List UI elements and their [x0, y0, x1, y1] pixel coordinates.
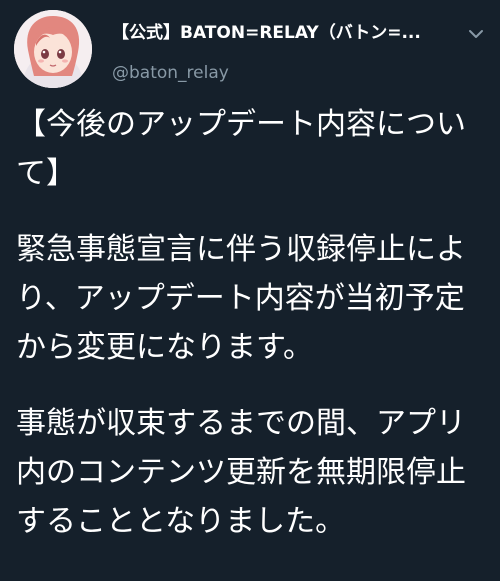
avatar-anime-girl-icon: [14, 10, 92, 88]
tweet-paragraph: 緊急事態宣言に伴う収録停止によ り、アップデート内容が当初予定 から変更になりま…: [16, 225, 496, 372]
tweet-paragraph: 【今後のアップデート内容につい て】: [16, 100, 496, 198]
tweet-card: 【公式】BATON=RELAY（バトン=... @baton_relay 【今後…: [0, 0, 500, 581]
tweet-line: り、アップデート内容が当初予定: [16, 281, 465, 316]
tweet-line: 【今後のアップデート内容につい: [16, 107, 466, 142]
chevron-down-icon[interactable]: [464, 22, 488, 46]
tweet-line: て】: [16, 156, 76, 191]
tweet-paragraph: 事態が収束するまでの間、アプリ 内のコンテンツ更新を無期限停止 することとなりま…: [16, 399, 496, 546]
tweet-text: 【今後のアップデート内容につい て】 緊急事態宣言に伴う収録停止によ り、アップ…: [16, 100, 496, 573]
tweet-line: することとなりました。: [16, 504, 346, 539]
tweet-line: 緊急事態宣言に伴う収録停止によ: [16, 232, 466, 267]
avatar[interactable]: [14, 10, 92, 88]
tweet-line: 事態が収束するまでの間、アプリ: [16, 406, 466, 441]
display-name[interactable]: 【公式】BATON=RELAY（バトン=...: [112, 21, 462, 45]
user-handle[interactable]: @baton_relay: [112, 62, 229, 84]
tweet-line: 内のコンテンツ更新を無期限停止: [16, 455, 466, 490]
tweet-header: 【公式】BATON=RELAY（バトン=... @baton_relay: [14, 10, 486, 88]
tweet-line: から変更になります。: [16, 330, 313, 365]
